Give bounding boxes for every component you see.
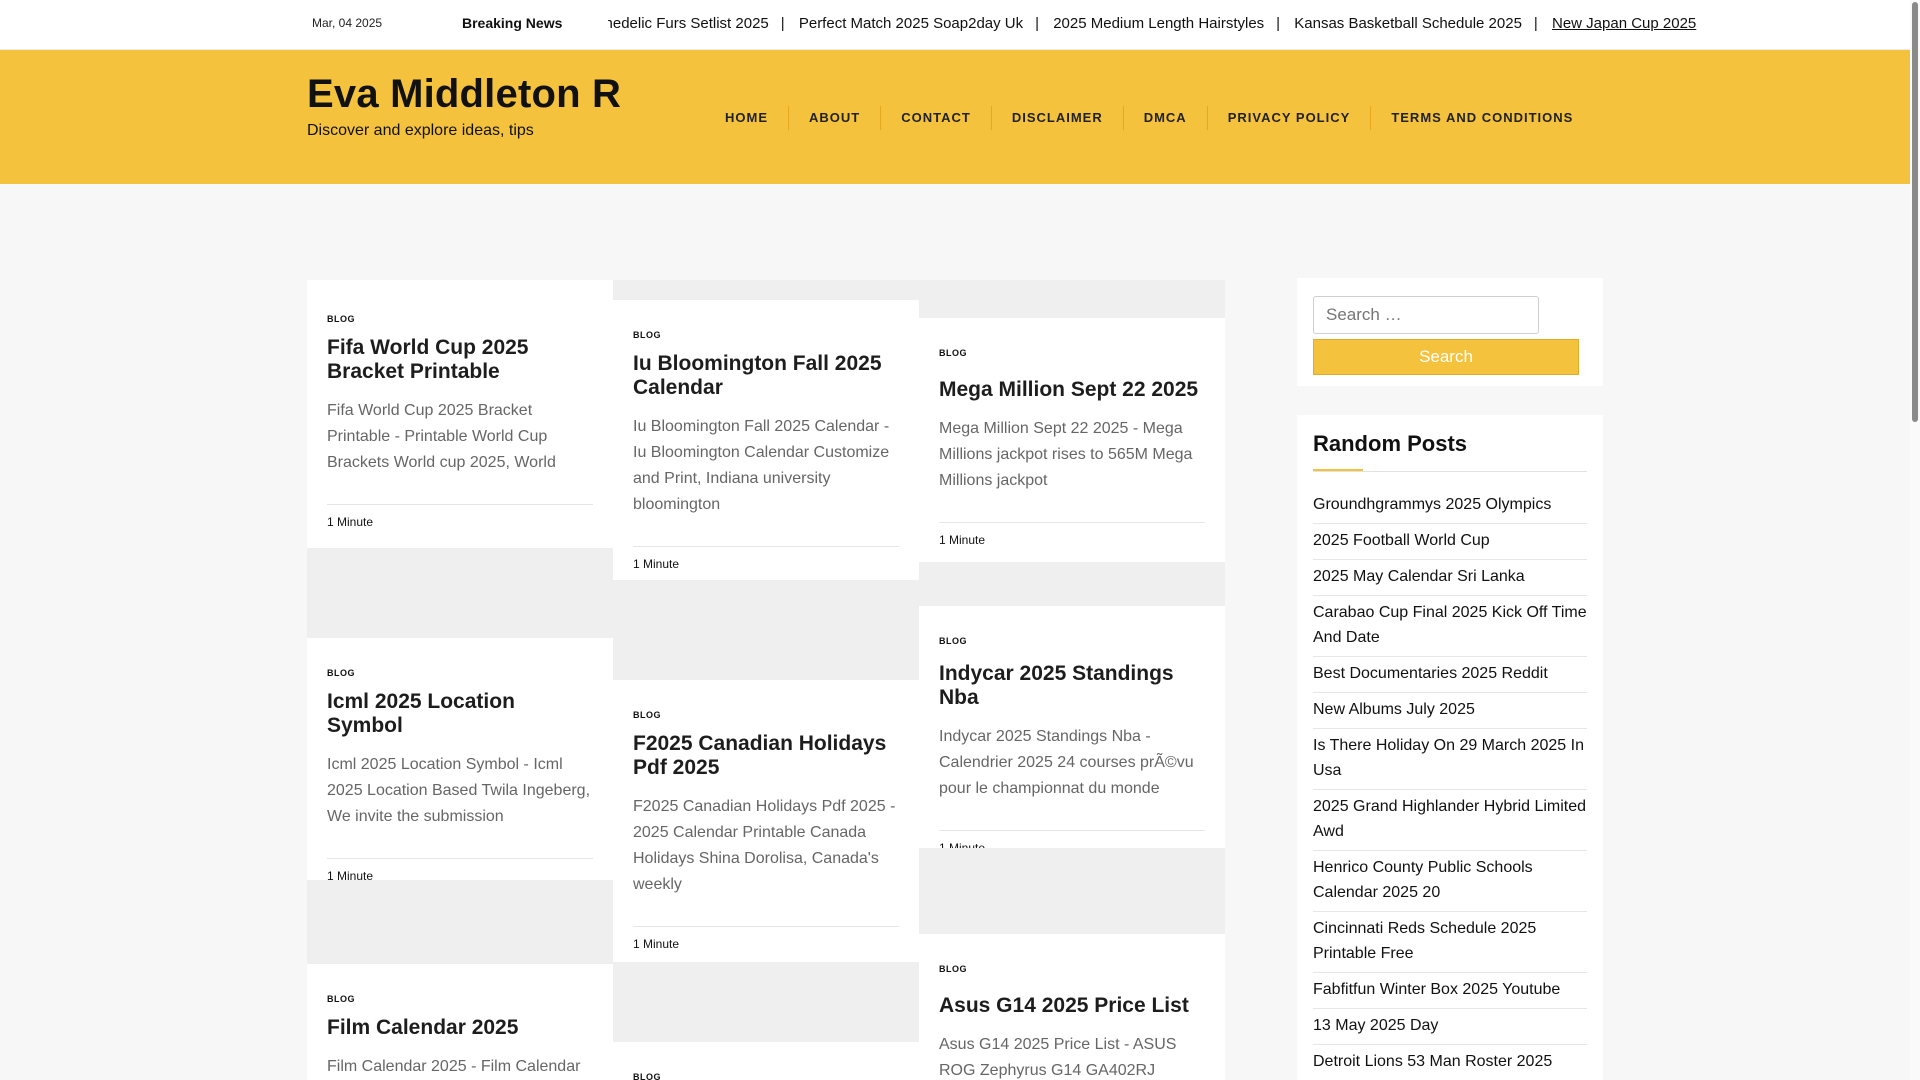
random-post-link[interactable]: Is There Holiday On 29 March 2025 In Usa (1313, 729, 1587, 790)
search-input[interactable] (1313, 296, 1539, 334)
post-card[interactable]: BLOG Indycar 2025 Standings Nba Indycar … (919, 606, 1225, 877)
post-thumbnail[interactable] (613, 280, 919, 300)
post-title[interactable]: Asus G14 2025 Price List (939, 994, 1205, 1018)
post-thumbnail[interactable] (919, 280, 1225, 318)
post-category[interactable]: BLOG (633, 330, 899, 340)
post-card[interactable]: BLOG (613, 1042, 919, 1080)
post-title[interactable]: F2025 Canadian Holidays Pdf 2025 (633, 732, 899, 780)
breaking-news-label: Breaking News (462, 15, 563, 31)
nav-privacy-policy[interactable]: Privacy Policy (1208, 106, 1372, 130)
random-post-link[interactable]: Fabfitfun Winter Box 2025 Youtube (1313, 973, 1587, 1009)
ticker-separator: | (1035, 15, 1040, 32)
post-category[interactable]: BLOG (327, 668, 593, 678)
ticker-item[interactable]: Psychedelic Furs Setlist 2025 (608, 15, 769, 32)
post-card[interactable]: BLOG Asus G14 2025 Price List Asus G14 2… (919, 934, 1225, 1080)
ticker-link[interactable]: Perfect Match 2025 Soap2day Uk (799, 15, 1023, 32)
ticker-link[interactable]: 2025 Medium Length Hairstyles (1053, 15, 1264, 32)
post-card[interactable]: BLOG Film Calendar 2025 Film Calendar 20… (307, 964, 613, 1080)
post-thumbnail[interactable] (613, 580, 919, 680)
post-title[interactable]: Fifa World Cup 2025 Bracket Printable (327, 336, 593, 384)
post-excerpt: Fifa World Cup 2025 Bracket Printable - … (327, 402, 556, 471)
post-card[interactable]: BLOG Iu Bloomington Fall 2025 Calendar I… (613, 300, 919, 593)
nav-contact[interactable]: Contact (881, 106, 992, 130)
search-button[interactable]: Search (1313, 339, 1579, 375)
post-card[interactable]: BLOG Icml 2025 Location Symbol Icml 2025… (307, 638, 613, 905)
post-excerpt: Mega Million Sept 22 2025 - Mega Million… (939, 420, 1193, 489)
site-title[interactable]: Eva Middleton R (307, 72, 621, 117)
post-thumbnail[interactable] (307, 548, 613, 638)
random-posts-heading: Random Posts (1313, 431, 1468, 456)
ticker-link[interactable]: Psychedelic Furs Setlist 2025 (608, 15, 769, 32)
random-post-link[interactable]: Detroit Lions 53 Man Roster 2025 (1313, 1045, 1587, 1080)
random-post-link[interactable]: Best Documentaries 2025 Reddit (1313, 657, 1587, 693)
ticker-link[interactable]: Kansas Basketball Schedule 2025 (1294, 15, 1522, 32)
ticker-separator: | (1276, 15, 1281, 32)
random-post-link[interactable]: 2025 Grand Highlander Hybrid Limited Awd (1313, 790, 1587, 851)
random-post-link[interactable]: New Albums July 2025 (1313, 693, 1587, 729)
ticker-separator: | (1533, 15, 1538, 32)
current-date: Mar, 04 2025 (312, 16, 383, 30)
post-category[interactable]: BLOG (327, 314, 593, 324)
site-tagline: Discover and explore ideas, tips (307, 122, 534, 139)
post-title[interactable]: Mega Million Sept 22 2025 (939, 378, 1205, 402)
site-header: Eva Middleton R Discover and explore ide… (0, 50, 1910, 184)
post-excerpt: Indycar 2025 Standings Nba - Calendrier … (939, 728, 1194, 797)
scrollbar-thumb[interactable] (1912, 2, 1918, 422)
post-card[interactable]: BLOG Mega Million Sept 22 2025 Mega Mill… (919, 318, 1225, 569)
nav-disclaimer[interactable]: Disclaimer (992, 106, 1124, 130)
post-thumbnail[interactable] (919, 562, 1225, 606)
post-category[interactable]: BLOG (327, 994, 593, 1004)
ticker-item[interactable]: Kansas Basketball Schedule 2025 (1294, 15, 1522, 32)
heading-divider (1313, 471, 1587, 472)
post-title[interactable]: Film Calendar 2025 (327, 1016, 593, 1040)
ticker-separator: | (780, 15, 785, 32)
page-scrollbar[interactable] (1910, 0, 1920, 1080)
random-post-link[interactable]: Henrico County Public Schools Calendar 2… (1313, 851, 1587, 912)
post-excerpt: Asus G14 2025 Price List - ASUS ROG Zeph… (939, 1036, 1177, 1079)
nav-about[interactable]: About (789, 106, 882, 130)
main-nav: Home About Contact Disclaimer DMCA Priva… (705, 106, 1593, 130)
nav-home[interactable]: Home (705, 106, 789, 130)
random-post-link[interactable]: 13 May 2025 Day (1313, 1009, 1587, 1045)
nav-dmca[interactable]: DMCA (1124, 106, 1208, 130)
post-title[interactable]: Icml 2025 Location Symbol (327, 690, 593, 738)
post-category[interactable]: BLOG (939, 348, 1205, 358)
post-excerpt: F2025 Canadian Holidays Pdf 2025 - 2025 … (633, 798, 896, 893)
post-title[interactable]: Indycar 2025 Standings Nba (939, 662, 1205, 710)
post-category[interactable]: BLOG (633, 710, 899, 720)
random-post-link[interactable]: Cincinnati Reds Schedule 2025 Printable … (1313, 912, 1587, 973)
ticker-item[interactable]: New Japan Cup 2025 (1552, 15, 1696, 32)
random-post-link[interactable]: 2025 Football World Cup (1313, 524, 1587, 560)
post-category[interactable]: BLOG (939, 964, 1205, 974)
post-thumbnail[interactable] (613, 962, 919, 1042)
post-card[interactable]: BLOG F2025 Canadian Holidays Pdf 2025 F2… (613, 680, 919, 973)
ticker-item[interactable]: 2025 Medium Length Hairstyles (1053, 15, 1264, 32)
post-card[interactable]: BLOG Fifa World Cup 2025 Bracket Printab… (307, 280, 613, 551)
post-title[interactable]: Iu Bloomington Fall 2025 Calendar (633, 352, 899, 400)
search-widget: Search (1297, 278, 1603, 386)
random-post-link[interactable]: 2025 May Calendar Sri Lanka (1313, 560, 1587, 596)
post-category[interactable]: BLOG (939, 636, 1205, 646)
top-bar: Mar, 04 2025 Breaking News Psychedelic F… (0, 0, 1910, 50)
post-thumbnail[interactable] (307, 880, 613, 964)
breaking-news-ticker: Psychedelic Furs Setlist 2025 | Perfect M… (608, 0, 1700, 50)
random-post-link[interactable]: Carabao Cup Final 2025 Kick Off Time And… (1313, 596, 1587, 657)
post-thumbnail[interactable] (919, 848, 1225, 934)
ticker-track: Psychedelic Furs Setlist 2025 | Perfect M… (608, 15, 1700, 32)
ticker-link[interactable]: New Japan Cup 2025 (1552, 15, 1696, 32)
nav-terms-and-conditions[interactable]: Terms and Conditions (1371, 106, 1593, 130)
random-post-link[interactable]: Groundhgrammys 2025 Olympics (1313, 488, 1587, 524)
post-category[interactable]: BLOG (633, 1072, 899, 1080)
post-excerpt: Icml 2025 Location Symbol - Icml 2025 Lo… (327, 756, 591, 825)
post-excerpt: Iu Bloomington Fall 2025 Calendar - Iu B… (633, 418, 890, 513)
post-excerpt: Film Calendar 2025 - Film Calendar (327, 1058, 581, 1075)
post-read-time: 1 Minute (327, 504, 593, 551)
random-posts-widget: Random Posts Groundhgrammys 2025 Olympic… (1297, 415, 1603, 1080)
ticker-item[interactable]: Perfect Match 2025 Soap2day Uk (799, 15, 1023, 32)
